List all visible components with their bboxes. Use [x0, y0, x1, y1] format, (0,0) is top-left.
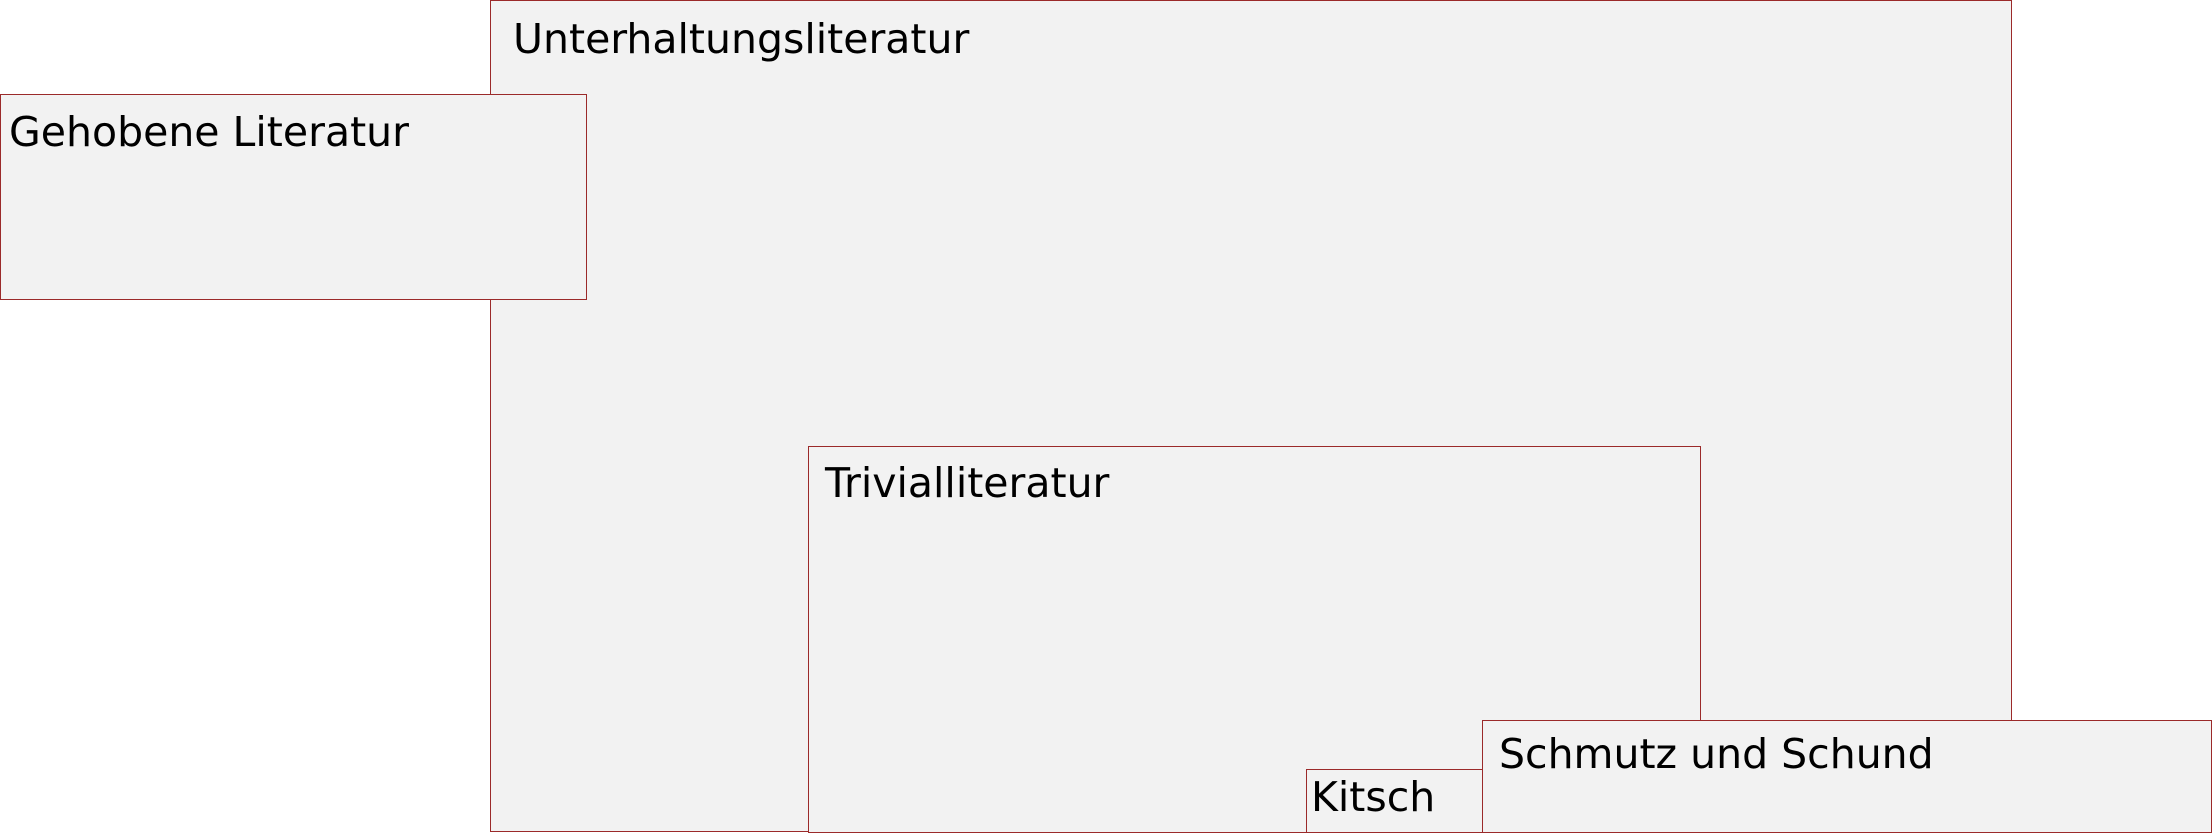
label-gehobene-literatur: Gehobene Literatur	[9, 108, 409, 156]
label-trivialliteratur: Trivialliteratur	[825, 459, 1110, 507]
label-unterhaltungsliteratur: Unterhaltungsliteratur	[513, 15, 970, 63]
box-schmutz-und-schund: Schmutz und Schund	[1482, 720, 2212, 833]
box-kitsch: Kitsch	[1306, 769, 1483, 833]
label-schmutz-und-schund: Schmutz und Schund	[1499, 730, 1934, 778]
box-gehobene-literatur: Gehobene Literatur	[0, 94, 587, 300]
label-kitsch: Kitsch	[1311, 773, 1436, 821]
